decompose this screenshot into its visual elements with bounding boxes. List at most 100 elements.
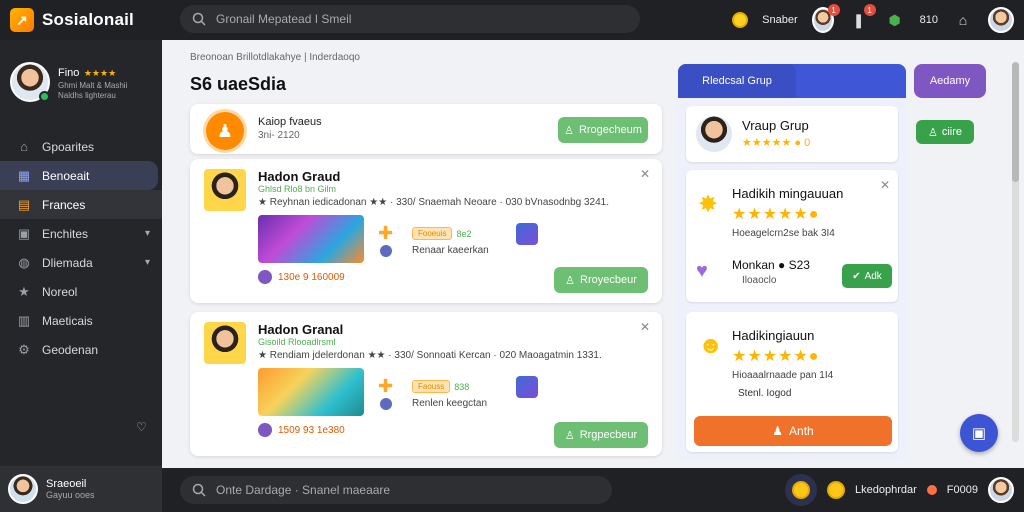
bottom-search-input[interactable] bbox=[216, 483, 596, 497]
sidebar: Fino ★★★★ Ghmi Malt & Mashii Naldhs ligh… bbox=[0, 40, 162, 466]
post-meta: Ghlsd Rlo8 bn Gilm bbox=[258, 184, 337, 194]
alert-button[interactable]: ❚ 1 bbox=[848, 4, 876, 31]
post-card: Hadon Graud Ghlsd Rlo8 bn Gilm ★ Reyhnan… bbox=[190, 159, 662, 303]
brand-logo-icon: ↗ bbox=[10, 8, 34, 32]
post-action-button[interactable]: ♙ Rroyecbeur bbox=[554, 267, 648, 293]
add-button[interactable]: ✔ Adk bbox=[842, 264, 892, 288]
star-icon: ★ bbox=[18, 283, 30, 299]
scrollbar[interactable] bbox=[1012, 62, 1019, 442]
tag-label[interactable]: Fooeuis bbox=[412, 227, 453, 240]
top-user-text[interactable]: Snaber bbox=[762, 14, 797, 26]
status-dot-icon bbox=[926, 485, 937, 495]
top-bar: ↗ Sosialonail Snaber 1 ❚ 1 ⬢ 810 ⌂ bbox=[0, 0, 1024, 40]
sidebar-footer-profile[interactable]: Sraeoeil Gayuu ooes bbox=[0, 466, 162, 512]
bell-icon: ❚ bbox=[852, 11, 865, 28]
cube-icon[interactable] bbox=[516, 376, 538, 398]
profile-name: Fino bbox=[58, 67, 80, 79]
person-icon: ♙ bbox=[927, 126, 938, 139]
post-action-button[interactable]: ♙ Rrgpecbeur bbox=[554, 422, 648, 448]
sidebar-item-geodenan[interactable]: ⚙ Geodenan bbox=[0, 335, 162, 364]
search-icon bbox=[192, 12, 206, 26]
top-card: ♟ Kaiop fvaeus 3ni- 2120 ♙ Rrogecheum bbox=[190, 104, 662, 154]
alert-badge: 1 bbox=[863, 4, 876, 16]
close-icon[interactable]: ✕ bbox=[640, 167, 650, 181]
avatar[interactable] bbox=[204, 322, 246, 364]
avatar bbox=[696, 116, 732, 152]
top-search-bar[interactable] bbox=[180, 5, 640, 33]
profile-stars: ★★★★ bbox=[83, 68, 117, 78]
sidebar-item-dliemada[interactable]: ◍ Dliemada ▾ bbox=[0, 248, 162, 277]
cube-icon[interactable] bbox=[516, 223, 538, 245]
tag-count: 8e2 bbox=[456, 228, 472, 239]
emoji-button[interactable] bbox=[785, 474, 818, 506]
suggestion-card: ✸ Hadikih mingauuan ✕ ★★★★★● Hoeagelcrn2… bbox=[686, 170, 898, 302]
suggestion-rating: ★★★★★● bbox=[732, 348, 820, 365]
heart-icon[interactable]: ♡ bbox=[136, 420, 147, 434]
page-title: S6 uaeSdia bbox=[190, 74, 287, 94]
breadcrumb[interactable]: Breonoan Brillotdlakahye | Inderdaoqo bbox=[190, 52, 360, 63]
app-icon bbox=[380, 398, 392, 410]
top-card-button[interactable]: ♙ Rrogecheum bbox=[558, 117, 648, 143]
post-stat: 1509 93 1e380 bbox=[258, 423, 345, 437]
sidebar-item-benoeait[interactable]: ▦ Benoeait bbox=[0, 161, 158, 190]
post-image[interactable] bbox=[258, 215, 364, 263]
follow-button[interactable]: ♙ ciire bbox=[916, 120, 974, 144]
post-author[interactable]: Hadon Graud bbox=[258, 169, 340, 184]
tag-label[interactable]: Faouss bbox=[412, 380, 451, 393]
post-image[interactable] bbox=[258, 368, 364, 416]
profile-notification-button[interactable]: 1 bbox=[811, 4, 840, 33]
post-tag: Fooeuis 8e2 bbox=[412, 227, 472, 240]
person-icon: ♟ bbox=[772, 424, 784, 438]
house-icon: ⌂ bbox=[958, 12, 968, 28]
scroll-thumb[interactable] bbox=[1012, 62, 1019, 182]
sidebar-item-frances[interactable]: ▤ Frances bbox=[0, 190, 162, 219]
user-avatar[interactable] bbox=[988, 477, 1014, 503]
home-button[interactable]: ⌂ bbox=[952, 9, 974, 31]
brand[interactable]: ↗ Sosialonail bbox=[0, 8, 162, 32]
user-avatar[interactable] bbox=[988, 7, 1014, 33]
chevron-down-icon[interactable]: ▾ bbox=[145, 228, 150, 239]
tag-count: 838 bbox=[454, 381, 470, 392]
search-input[interactable] bbox=[216, 12, 616, 26]
compose-fab-button[interactable]: ▣ bbox=[960, 414, 998, 452]
post-author[interactable]: Hadon Granal bbox=[258, 322, 343, 337]
bottom-bar: Lkedophrdar F0009 bbox=[162, 468, 1024, 512]
suggestion-user: Monkan ● S23 bbox=[732, 258, 810, 272]
smiley-icon bbox=[792, 481, 811, 499]
sidebar-item-maeticais[interactable]: ▥ Maeticais bbox=[0, 306, 162, 335]
bottom-count: F0009 bbox=[946, 484, 978, 496]
bottom-label[interactable]: Lkedophrdar bbox=[855, 484, 917, 496]
post-tag: Faouss 838 bbox=[412, 380, 469, 393]
top-count: 810 bbox=[919, 14, 938, 26]
edit-icon: ▣ bbox=[971, 425, 987, 442]
sidebar-item-label: Enchites bbox=[42, 226, 89, 241]
badge-icon bbox=[258, 270, 272, 284]
sidebar-item-noreol[interactable]: ★ Noreol bbox=[0, 277, 162, 306]
suggestion-user-sub: Iloaoclo bbox=[742, 275, 777, 286]
sidebar-item-label: Gpoarites bbox=[42, 139, 95, 154]
suggestion-sub: Hoeagelcrn2se bak 3I4 bbox=[732, 228, 835, 239]
stats-button[interactable]: ⬢ bbox=[884, 9, 906, 31]
chevron-down-icon[interactable]: ▾ bbox=[145, 257, 150, 268]
tab-group[interactable]: Rledcsal Grup bbox=[678, 64, 796, 98]
bottom-search-bar[interactable] bbox=[180, 476, 612, 504]
footer-sub: Gayuu ooes bbox=[46, 490, 95, 500]
suggestion-title[interactable]: Hadikingiauun bbox=[732, 328, 814, 343]
sidebar-profile[interactable]: Fino ★★★★ Ghmi Malt & Mashii Naldhs ligh… bbox=[10, 62, 127, 102]
close-icon[interactable]: ✕ bbox=[640, 320, 650, 334]
tab-academy[interactable]: Aedamy bbox=[914, 64, 986, 98]
avatar bbox=[8, 474, 38, 504]
close-icon[interactable]: ✕ bbox=[880, 178, 890, 192]
group-header-card[interactable]: Vraup Grup ★★★★★ ● 0 bbox=[686, 106, 898, 162]
avatar[interactable] bbox=[204, 169, 246, 211]
suggestion-sub: Hioaaalrnaade pan 1I4 bbox=[732, 370, 834, 381]
post-action-label: Rrgpecbeur bbox=[579, 429, 638, 441]
suggestion-title[interactable]: Hadikih mingauuan bbox=[732, 186, 843, 201]
smiley-icon: ☻ bbox=[698, 332, 724, 359]
sidebar-item-enchites[interactable]: ▣ Enchites ▾ bbox=[0, 219, 162, 248]
post-note: Renaar kaeerkan bbox=[412, 245, 489, 256]
post-stat-value: 130e 9 160009 bbox=[278, 271, 345, 283]
join-button[interactable]: ♟ Anth bbox=[694, 416, 892, 446]
puzzle-icon: ✚ bbox=[378, 223, 394, 243]
sidebar-item-gpoarites[interactable]: ⌂ Gpoarites bbox=[0, 132, 162, 161]
